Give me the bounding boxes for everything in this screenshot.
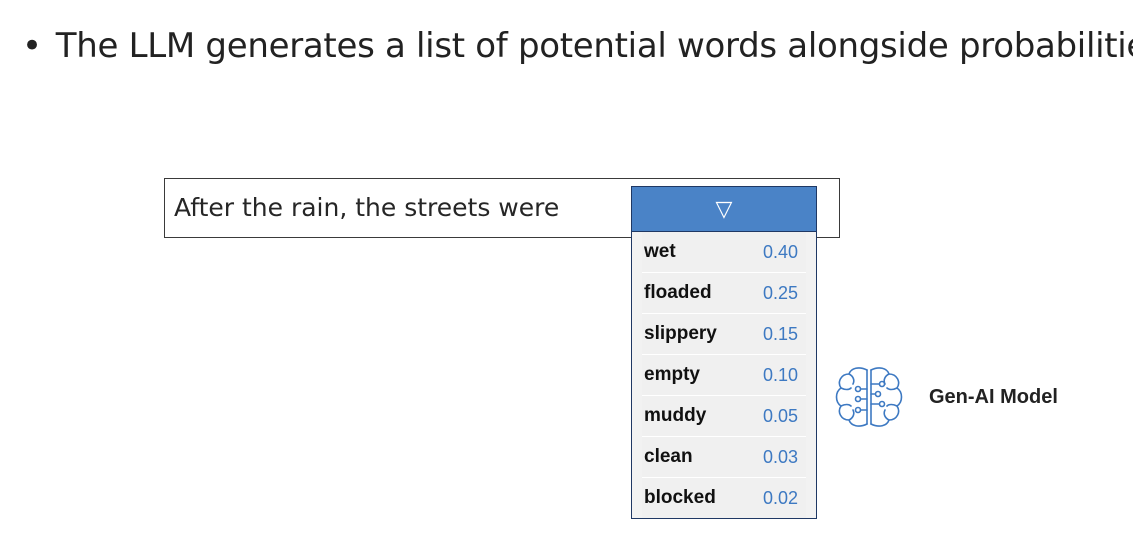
option-probability: 0.05 bbox=[762, 405, 798, 426]
dropdown-option[interactable]: blocked 0.02 bbox=[642, 478, 806, 518]
option-probability: 0.25 bbox=[762, 282, 798, 303]
prompt-text: After the rain, the streets were bbox=[174, 193, 560, 222]
option-word: floaded bbox=[644, 282, 712, 303]
option-probability: 0.10 bbox=[762, 364, 798, 385]
option-probability: 0.03 bbox=[762, 446, 798, 467]
word-dropdown[interactable]: ▽ wet 0.40 floaded 0.25 slippery 0.15 em… bbox=[631, 186, 817, 519]
option-probability: 0.15 bbox=[762, 323, 798, 344]
model-label: Gen-AI Model bbox=[929, 385, 1058, 408]
dropdown-option[interactable]: floaded 0.25 bbox=[642, 273, 806, 314]
option-word: slippery bbox=[644, 323, 717, 344]
dropdown-option[interactable]: clean 0.03 bbox=[642, 437, 806, 478]
option-word: empty bbox=[644, 364, 700, 385]
slide-bullet: • The LLM generates a list of potential w… bbox=[22, 26, 1133, 66]
option-word: wet bbox=[644, 241, 676, 262]
option-probability: 0.02 bbox=[762, 487, 798, 508]
option-word: muddy bbox=[644, 405, 707, 426]
gen-ai-model: Gen-AI Model bbox=[829, 362, 1058, 432]
brain-circuit-icon bbox=[835, 367, 903, 427]
option-word: clean bbox=[644, 446, 693, 467]
dropdown-option[interactable]: slippery 0.15 bbox=[642, 314, 806, 355]
bullet-symbol: • bbox=[22, 26, 42, 66]
dropdown-list: wet 0.40 floaded 0.25 slippery 0.15 empt… bbox=[632, 232, 816, 518]
triangle-down-icon: ▽ bbox=[715, 196, 733, 221]
option-word: blocked bbox=[644, 487, 716, 508]
dropdown-option[interactable]: muddy 0.05 bbox=[642, 396, 806, 437]
dropdown-option[interactable]: empty 0.10 bbox=[642, 355, 806, 396]
bullet-text: The LLM generates a list of potential wo… bbox=[55, 26, 1133, 66]
option-probability: 0.40 bbox=[762, 241, 798, 262]
dropdown-toggle-button[interactable]: ▽ bbox=[632, 187, 816, 232]
dropdown-option[interactable]: wet 0.40 bbox=[642, 232, 806, 273]
